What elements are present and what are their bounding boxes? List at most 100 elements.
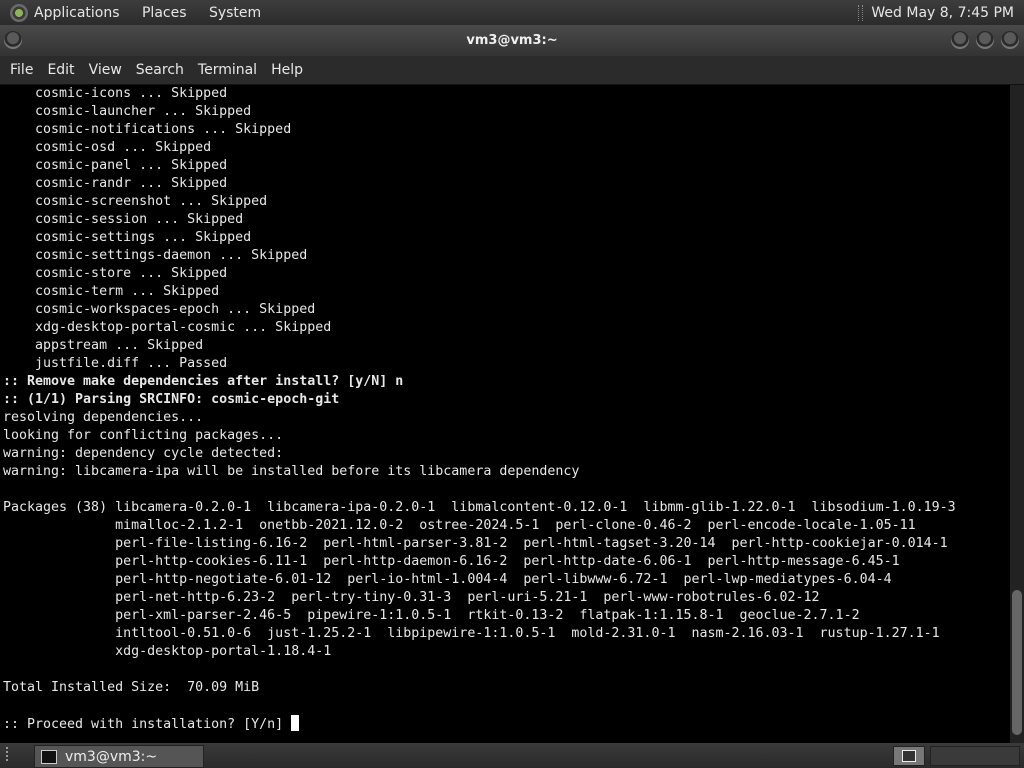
- terminal-line: cosmic-icons ... Skipped: [3, 85, 956, 103]
- window-menu-icon[interactable]: [4, 31, 22, 49]
- terminal-line-text: :: (1/1) Parsing SRCINFO: cosmic-epoch-g…: [3, 392, 340, 407]
- terminal-line: cosmic-osd ... Skipped: [3, 139, 956, 157]
- terminal-line-text: cosmic-launcher ... Skipped: [3, 104, 252, 119]
- terminal-line-text: mimalloc-2.1.2-1 onetbb-2021.12.0-2 ostr…: [3, 518, 916, 533]
- terminal-line: warning: libcamera-ipa will be installed…: [3, 463, 956, 481]
- terminal-line-text: justfile.diff ... Passed: [3, 356, 228, 371]
- terminal-line-text: cosmic-randr ... Skipped: [3, 176, 228, 191]
- terminal-line-text: intltool-0.51.0-6 just-1.25.2-1 libpipew…: [3, 626, 940, 641]
- terminal-line: resolving dependencies...: [3, 409, 956, 427]
- terminal-line: cosmic-panel ... Skipped: [3, 157, 956, 175]
- terminal-line-text: :: Remove make dependencies after instal…: [3, 374, 404, 389]
- distro-logo-icon[interactable]: [10, 3, 28, 22]
- menu-terminal[interactable]: Terminal: [198, 62, 257, 78]
- terminal-line: perl-xml-parser-2.46-5 pipewire-1:1.0.5-…: [3, 607, 956, 625]
- terminal-line: :: (1/1) Parsing SRCINFO: cosmic-epoch-g…: [3, 391, 956, 409]
- terminal-line: cosmic-workspaces-epoch ... Skipped: [3, 301, 956, 319]
- terminal-line-text: Total Installed Size: 70.09 MiB: [3, 680, 260, 695]
- menu-search[interactable]: Search: [136, 62, 184, 78]
- terminal-line: appstream ... Skipped: [3, 337, 956, 355]
- terminal-lines: cosmic-icons ... Skipped cosmic-launcher…: [0, 85, 956, 733]
- show-desktop-icon[interactable]: [6, 747, 24, 761]
- terminal-line: perl-http-negotiate-6.01-12 perl-io-html…: [3, 571, 956, 589]
- window-title: vm3@vm3:~: [466, 33, 558, 48]
- terminal-line: warning: dependency cycle detected:: [3, 445, 956, 463]
- terminal-line-text: warning: dependency cycle detected:: [3, 446, 284, 461]
- menu-help[interactable]: Help: [271, 62, 303, 78]
- menu-applications[interactable]: Applications: [34, 5, 120, 21]
- close-icon[interactable]: [1001, 31, 1019, 49]
- terminal-line: xdg-desktop-portal-1.18.4-1: [3, 643, 956, 661]
- terminal-line-text: cosmic-store ... Skipped: [3, 266, 228, 281]
- terminal-line: perl-net-http-6.23-2 perl-try-tiny-0.31-…: [3, 589, 956, 607]
- terminal-line-text: Packages (38) libcamera-0.2.0-1 libcamer…: [3, 500, 956, 515]
- terminal-menubar: File Edit View Search Terminal Help: [0, 56, 1024, 85]
- terminal-line-text: xdg-desktop-portal-1.18.4-1: [3, 644, 332, 659]
- terminal-line-text: appstream ... Skipped: [3, 338, 204, 353]
- terminal-line-text: looking for conflicting packages...: [3, 428, 284, 443]
- terminal-line: cosmic-settings-daemon ... Skipped: [3, 247, 956, 265]
- terminal-scrollbar[interactable]: [1010, 85, 1024, 743]
- terminal-line-text: cosmic-screenshot ... Skipped: [3, 194, 268, 209]
- terminal-line-text: perl-http-negotiate-6.01-12 perl-io-html…: [3, 572, 892, 587]
- terminal-line-text: perl-file-listing-6.16-2 perl-html-parse…: [3, 536, 948, 551]
- terminal-line-text: cosmic-term ... Skipped: [3, 284, 220, 299]
- terminal-line-text: warning: libcamera-ipa will be installed…: [3, 464, 580, 479]
- terminal-line-text: xdg-desktop-portal-cosmic ... Skipped: [3, 320, 332, 335]
- panel-grip-icon: [858, 4, 864, 21]
- text-cursor: [291, 715, 300, 731]
- minimize-icon[interactable]: [951, 31, 969, 49]
- terminal-line-text: perl-xml-parser-2.46-5 pipewire-1:1.0.5-…: [3, 608, 860, 623]
- bottom-panel: vm3@vm3:~: [0, 743, 1024, 768]
- top-menu: Applications Places System: [34, 5, 279, 21]
- menu-places[interactable]: Places: [142, 5, 187, 21]
- maximize-icon[interactable]: [976, 31, 994, 49]
- terminal-line-text: cosmic-icons ... Skipped: [3, 86, 228, 101]
- workspace-2[interactable]: [930, 746, 1020, 766]
- terminal-line-text: cosmic-osd ... Skipped: [3, 140, 212, 155]
- terminal-line-text: resolving dependencies...: [3, 410, 204, 425]
- terminal-line: perl-http-cookies-6.11-1 perl-http-daemo…: [3, 553, 956, 571]
- terminal-line-text: :: Proceed with installation? [Y/n]: [3, 717, 292, 732]
- menu-system[interactable]: System: [209, 5, 261, 21]
- menu-edit[interactable]: Edit: [47, 62, 74, 78]
- terminal-line: cosmic-screenshot ... Skipped: [3, 193, 956, 211]
- terminal-line: cosmic-launcher ... Skipped: [3, 103, 956, 121]
- terminal-line-text: perl-http-cookies-6.11-1 perl-http-daemo…: [3, 554, 900, 569]
- terminal-line: mimalloc-2.1.2-1 onetbb-2021.12.0-2 ostr…: [3, 517, 956, 535]
- terminal-line: perl-file-listing-6.16-2 perl-html-parse…: [3, 535, 956, 553]
- taskbar-item-label: vm3@vm3:~: [65, 748, 158, 765]
- terminal-line: cosmic-notifications ... Skipped: [3, 121, 956, 139]
- terminal-line: cosmic-settings ... Skipped: [3, 229, 956, 247]
- terminal-line: :: Remove make dependencies after instal…: [3, 373, 956, 391]
- terminal-line-text: perl-net-http-6.23-2 perl-try-tiny-0.31-…: [3, 590, 820, 605]
- terminal-line: cosmic-term ... Skipped: [3, 283, 956, 301]
- terminal-line-text: cosmic-workspaces-epoch ... Skipped: [3, 302, 316, 317]
- terminal-line: justfile.diff ... Passed: [3, 355, 956, 373]
- menu-file[interactable]: File: [10, 62, 33, 78]
- terminal-line-text: cosmic-session ... Skipped: [3, 212, 244, 227]
- terminal-line-text: cosmic-settings ... Skipped: [3, 230, 252, 245]
- terminal-line: Packages (38) libcamera-0.2.0-1 libcamer…: [3, 499, 956, 517]
- terminal-line-text: cosmic-panel ... Skipped: [3, 158, 228, 173]
- terminal-line: xdg-desktop-portal-cosmic ... Skipped: [3, 319, 956, 337]
- terminal-line: looking for conflicting packages...: [3, 427, 956, 445]
- top-panel: Applications Places System Wed May 8, 7:…: [0, 0, 1024, 25]
- terminal-output[interactable]: cosmic-icons ... Skipped cosmic-launcher…: [0, 85, 1010, 743]
- window-titlebar[interactable]: vm3@vm3:~: [0, 25, 1024, 56]
- clock[interactable]: Wed May 8, 7:45 PM: [871, 5, 1014, 21]
- terminal-line: cosmic-store ... Skipped: [3, 265, 956, 283]
- terminal-line: Total Installed Size: 70.09 MiB: [3, 679, 956, 697]
- clock-area: Wed May 8, 7:45 PM: [858, 0, 1014, 25]
- terminal-line: :: Proceed with installation? [Y/n]: [3, 715, 956, 733]
- taskbar-item-terminal[interactable]: vm3@vm3:~: [34, 745, 204, 768]
- terminal-icon: [41, 749, 57, 764]
- scrollbar-thumb[interactable]: [1012, 590, 1022, 735]
- workspace-1[interactable]: [893, 746, 925, 766]
- menu-view[interactable]: View: [89, 62, 122, 78]
- terminal-line: intltool-0.51.0-6 just-1.25.2-1 libpipew…: [3, 625, 956, 643]
- terminal-line-text: cosmic-notifications ... Skipped: [3, 122, 292, 137]
